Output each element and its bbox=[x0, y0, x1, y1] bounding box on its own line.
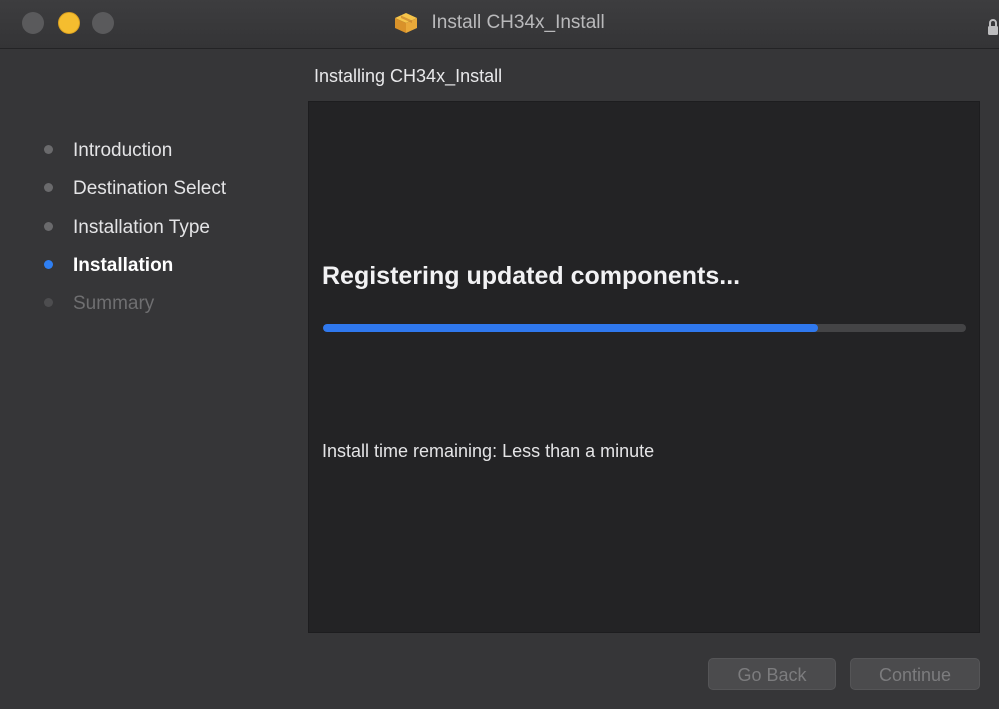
step-label: Installation Type bbox=[73, 217, 210, 238]
step-destination-select: Destination Select bbox=[44, 177, 226, 201]
step-bullet-icon bbox=[44, 222, 53, 232]
go-back-button[interactable]: Go Back bbox=[708, 658, 836, 690]
window-title: Install CH34x_Install bbox=[431, 12, 605, 33]
page-heading: Installing CH34x_Install bbox=[314, 66, 503, 86]
content-panel bbox=[308, 101, 980, 633]
step-label: Destination Select bbox=[73, 178, 227, 199]
lock-icon bbox=[988, 19, 998, 35]
continue-button[interactable]: Continue bbox=[850, 658, 980, 690]
step-bullet-icon bbox=[44, 145, 53, 155]
title-bar[interactable]: Install CH34x_Install bbox=[0, 0, 999, 49]
active-step-bullet-icon bbox=[44, 260, 53, 270]
step-installation-type: Installation Type bbox=[44, 216, 210, 240]
package-icon bbox=[395, 13, 418, 33]
installer-window: Install CH34x_Install Introduction Desti… bbox=[0, 0, 999, 709]
window-title-group: Install CH34x_Install bbox=[0, 9, 999, 37]
progress-bar-fill bbox=[323, 324, 819, 332]
step-label: Introduction bbox=[73, 140, 173, 161]
step-summary: Summary bbox=[44, 292, 154, 316]
install-status-text: Registering updated components... bbox=[322, 262, 741, 290]
step-bullet-icon bbox=[44, 298, 53, 308]
steps-sidebar: Introduction Destination Select Installa… bbox=[0, 49, 300, 709]
step-introduction: Introduction bbox=[44, 139, 172, 163]
time-remaining-text: Install time remaining: Less than a minu… bbox=[322, 441, 655, 461]
step-installation: Installation bbox=[44, 254, 173, 278]
step-bullet-icon bbox=[44, 183, 53, 193]
step-label: Summary bbox=[73, 293, 155, 314]
progress-bar bbox=[323, 324, 966, 332]
step-label: Installation bbox=[73, 255, 174, 276]
